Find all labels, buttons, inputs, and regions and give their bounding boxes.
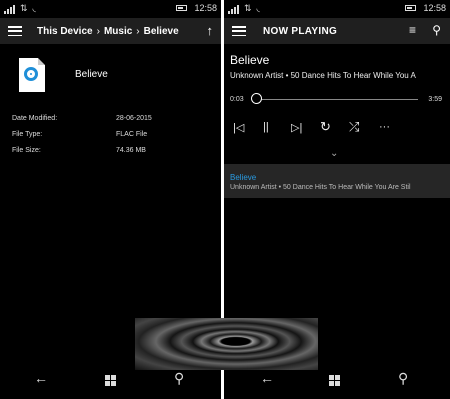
breadcrumb-music[interactable]: Music — [104, 26, 132, 37]
back-icon[interactable]: ← — [34, 370, 48, 386]
hamburger-icon[interactable] — [232, 26, 246, 36]
app-header: NOW PLAYING ≡ ⚲ — [224, 18, 450, 44]
next-icon[interactable]: ▷| — [291, 121, 302, 134]
queue-item-subtitle: Unknown Artist • 50 Dance Hits To Hear W… — [230, 184, 411, 191]
search-icon[interactable]: ⚲ — [398, 370, 408, 387]
playlist-icon[interactable]: ≡ — [409, 23, 416, 37]
file-type-label: File Type: — [12, 131, 43, 138]
breadcrumb-this-device[interactable]: This Device — [37, 26, 93, 37]
signal-indicators: ⇅ ◟ — [228, 3, 260, 14]
shuffle-icon[interactable]: ⤮ — [349, 119, 359, 135]
disc-icon — [24, 67, 38, 81]
progress-track[interactable] — [254, 99, 418, 100]
more-icon[interactable]: ··· — [379, 121, 390, 133]
clock: 12:58 — [423, 3, 446, 13]
queue-item-title: Believe — [230, 173, 257, 182]
song-subtitle: Unknown Artist • 50 Dance Hits To Hear W… — [230, 71, 416, 80]
hamburger-icon[interactable] — [8, 26, 22, 36]
breadcrumb-believe: Believe — [143, 25, 179, 37]
search-icon[interactable]: ⚲ — [174, 370, 184, 387]
breadcrumb-separator: › — [96, 25, 100, 37]
date-modified-value: 28-06-2015 — [116, 115, 152, 122]
previous-icon[interactable]: |◁ — [233, 121, 244, 134]
date-modified-label: Date Modified: — [12, 115, 58, 122]
up-arrow-icon[interactable]: ↑ — [207, 23, 214, 38]
elapsed-time: 0:03 — [230, 96, 244, 103]
queue-item[interactable]: Believe Unknown Artist • 50 Dance Hits T… — [224, 164, 450, 198]
back-icon[interactable]: ← — [260, 370, 274, 386]
nav-bar: ← ⚲ — [224, 366, 450, 396]
page-title: NOW PLAYING — [263, 25, 338, 37]
signal-indicators: ⇅ ◟ — [4, 3, 36, 14]
status-bar: ⇅ ◟ 12:58 — [0, 0, 221, 18]
file-name: Believe — [75, 69, 108, 80]
pause-icon[interactable]: || — [263, 121, 269, 133]
breadcrumb-separator: › — [136, 25, 140, 37]
repeat-icon[interactable]: ↻ — [320, 119, 331, 135]
app-header: This Device › Music › Believe ↑ — [0, 18, 221, 44]
battery-icon — [176, 5, 187, 11]
data-icon: ⇅ — [244, 3, 252, 13]
file-type-value: FLAC File — [116, 131, 148, 138]
song-title: Believe — [230, 53, 270, 67]
nav-bar: ← ⚲ — [0, 366, 221, 396]
duration: 3:59 — [428, 96, 442, 103]
abstract-image-overlay — [135, 318, 318, 370]
file-size-value: 74.36 MB — [116, 147, 146, 154]
status-bar: ⇅ ◟ 12:58 — [224, 0, 450, 18]
signal-strength-icon — [4, 5, 15, 14]
file-size-label: File Size: — [12, 147, 41, 154]
windows-start-icon[interactable] — [105, 375, 116, 386]
battery-icon — [405, 5, 416, 11]
music-file-icon — [19, 58, 45, 92]
signal-strength-icon — [228, 5, 239, 14]
breadcrumb: This Device › Music › Believe — [37, 26, 179, 37]
windows-start-icon[interactable] — [329, 375, 340, 386]
clock: 12:58 — [194, 3, 217, 13]
wifi-icon: ◟ — [256, 3, 261, 13]
search-icon[interactable]: ⚲ — [432, 23, 441, 37]
data-icon: ⇅ — [20, 3, 28, 13]
wifi-icon: ◟ — [32, 3, 37, 13]
progress-thumb[interactable] — [250, 93, 262, 104]
chevron-down-icon[interactable]: ⌄ — [330, 148, 338, 159]
